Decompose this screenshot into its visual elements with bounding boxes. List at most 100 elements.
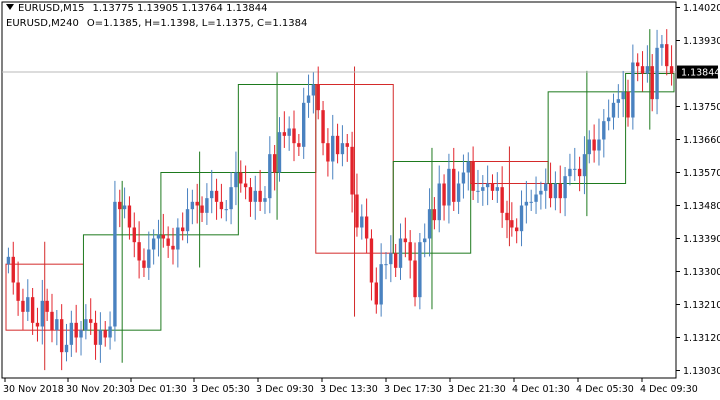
chart-header-symbol: EURUSD,M15 1.13775 1.13905 1.13764 1.1384… — [6, 3, 267, 14]
candle-body — [437, 183, 441, 221]
candle-body — [568, 168, 572, 177]
candle-body — [98, 330, 103, 345]
y-tick-label: 1.13030 — [683, 366, 720, 377]
candle-body — [582, 154, 587, 177]
candle-body — [142, 260, 146, 268]
candle-body — [287, 128, 291, 136]
indicator-header: EURUSD,M240 O=1.1385, H=1.1398, L=1.1375,… — [6, 18, 307, 29]
candle-body — [306, 95, 311, 103]
candle-body — [190, 201, 195, 210]
y-tick-label: 1.13750 — [683, 102, 720, 113]
y-tick-label: 1.13210 — [683, 300, 720, 311]
x-tick-label: 3 Dec 17:30 — [384, 384, 442, 395]
candle-body — [127, 205, 132, 228]
candle-body — [331, 135, 335, 162]
candle-body — [210, 190, 214, 199]
candle-body — [311, 84, 316, 96]
candle-body — [113, 201, 117, 327]
candle-body — [297, 143, 301, 147]
candle-body — [229, 187, 233, 210]
x-tick-label: 3 Dec 21:30 — [448, 384, 506, 395]
candle-body — [524, 201, 529, 206]
candle-body — [147, 249, 151, 268]
candle-body — [476, 190, 480, 192]
candle-body — [214, 190, 219, 202]
candle-body — [64, 344, 69, 353]
candle-body — [539, 190, 543, 195]
y-tick-label: 1.13120 — [683, 333, 720, 344]
indicator-symbol: EURUSD,M240 — [6, 18, 79, 29]
x-tick-label: 3 Dec 05:30 — [192, 384, 250, 395]
candle-body — [277, 132, 282, 173]
symbol-label: EURUSD,M15 — [18, 3, 85, 14]
candle-body — [573, 168, 577, 170]
candle-body — [302, 102, 306, 147]
candle-body — [45, 300, 49, 312]
candle-body — [660, 44, 664, 48]
candle-body — [432, 209, 437, 221]
x-tick-label: 4 Dec 09:30 — [640, 384, 698, 395]
y-tick-label: 1.14020 — [683, 3, 720, 14]
price-chart[interactable]: 1.14020 1.13930 1.13750 1.13660 1.13570 1.134… — [0, 0, 720, 400]
candle-body — [219, 201, 224, 210]
y-tick-label: 1.13660 — [683, 135, 720, 146]
candle-body — [592, 139, 596, 151]
candle-body — [495, 187, 500, 191]
candle-body — [514, 227, 519, 232]
candle-body — [122, 205, 127, 210]
chart-window[interactable]: 1.14020 1.13930 1.13750 1.13660 1.13570 1.134… — [0, 0, 720, 400]
candle-body — [59, 319, 64, 353]
candle-body — [205, 198, 209, 213]
candle-body — [161, 234, 166, 239]
candle-body — [626, 91, 630, 118]
candle-body — [510, 220, 514, 228]
candle-body — [55, 319, 59, 331]
candle-body — [16, 282, 20, 301]
y-tick-label: 1.13300 — [683, 267, 720, 278]
candle-body — [461, 172, 466, 184]
candle-body — [176, 227, 180, 250]
candle-body — [553, 183, 558, 199]
candle-body — [79, 330, 83, 338]
candle-body — [364, 216, 369, 239]
candle-body — [621, 91, 625, 100]
candle-body — [321, 110, 325, 144]
candle-body — [224, 209, 228, 211]
candle-body — [534, 194, 538, 202]
candle-body — [602, 121, 606, 140]
candle-body — [485, 183, 490, 188]
candle-body — [500, 187, 504, 213]
x-tick-label: 3 Dec 13:30 — [320, 384, 378, 395]
candle-body — [272, 154, 277, 173]
chart-menu-triangle-icon[interactable] — [6, 4, 14, 10]
y-tick-label: 1.13570 — [683, 168, 720, 179]
candle-body — [292, 128, 296, 144]
candle-body — [234, 172, 238, 188]
candle-body — [335, 135, 340, 155]
candle-body — [669, 66, 674, 74]
candle-body — [263, 198, 267, 202]
candle-body — [616, 99, 621, 103]
candle-body — [118, 201, 122, 210]
candle-body — [640, 66, 645, 74]
candle-body — [185, 209, 190, 232]
candle-body — [481, 187, 485, 191]
candle-body — [408, 242, 412, 261]
x-tick-label: 30 Nov 2018 — [3, 384, 64, 395]
candle-body — [427, 209, 432, 239]
candle-body — [471, 161, 475, 191]
candle-body — [355, 194, 359, 228]
candle-body — [108, 326, 112, 338]
candle-body — [645, 66, 650, 74]
candle-body — [606, 117, 611, 122]
candle-body — [403, 238, 408, 243]
candle-body — [374, 282, 378, 305]
candle-body — [253, 190, 257, 202]
x-tick-label: 30 Nov 20:30 — [66, 384, 130, 395]
candle-body — [316, 84, 320, 111]
candle-body — [563, 176, 567, 199]
candle-body — [447, 168, 451, 206]
candle-body — [50, 311, 54, 331]
candle-body — [282, 132, 287, 136]
candle-body — [597, 139, 601, 151]
